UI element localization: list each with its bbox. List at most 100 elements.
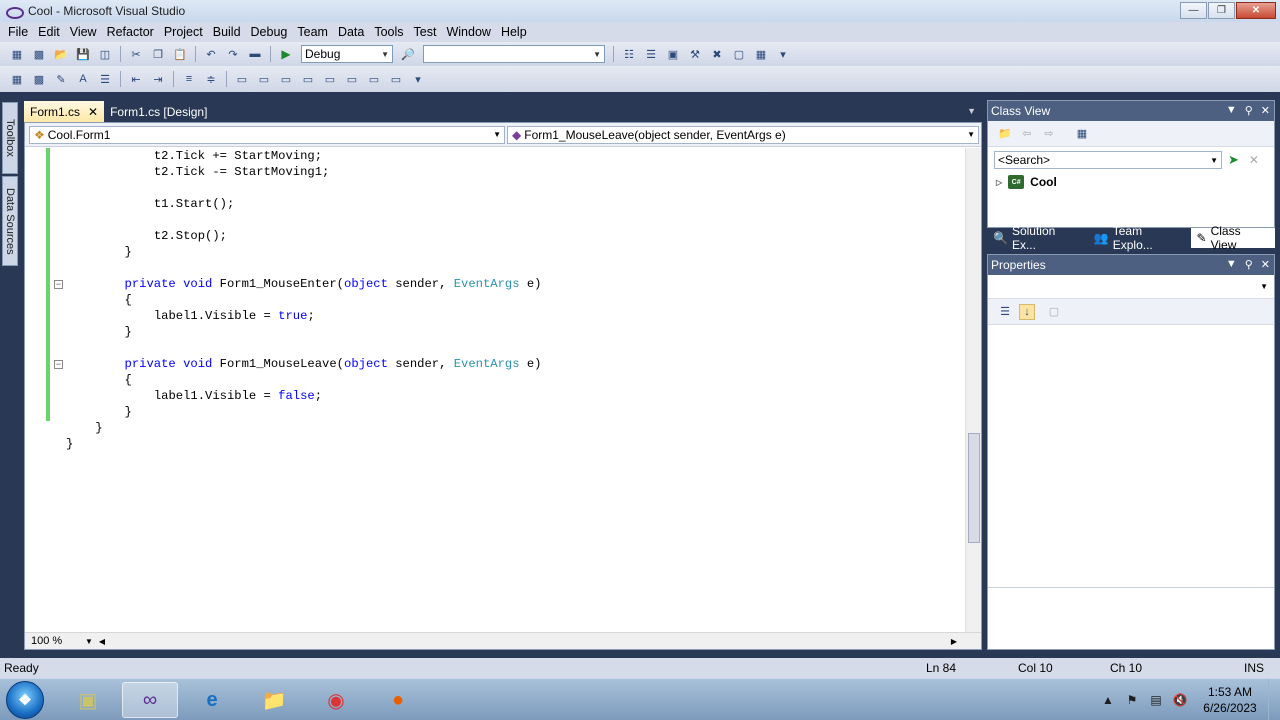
panel-menu-icon[interactable]: ▼ (1226, 258, 1237, 271)
pin-icon[interactable]: ⚲ (1245, 258, 1253, 271)
tools-icon[interactable]: ✖ (709, 46, 725, 62)
comment-icon[interactable]: ≡ (181, 71, 197, 87)
categorized-icon[interactable]: ☰ (997, 304, 1013, 320)
open-file-icon[interactable]: 📂 (53, 46, 69, 62)
taskbar-visual-studio[interactable]: ∞ (122, 682, 178, 718)
tab-form1-cs[interactable]: Form1.cs ✕ (24, 101, 105, 122)
menu-window[interactable]: Window (441, 25, 495, 39)
format-icon[interactable]: ☰ (97, 71, 113, 87)
restore-button[interactable]: ❐ (1208, 2, 1235, 19)
volume-icon[interactable]: 🔇 (1172, 693, 1188, 707)
tab-form1-design[interactable]: Form1.cs [Design] (104, 101, 213, 122)
toggle-bookmark-icon[interactable]: ▭ (234, 71, 250, 87)
menu-project[interactable]: Project (159, 25, 208, 39)
object-browser-icon[interactable]: ▣ (665, 46, 681, 62)
zoom-level[interactable]: 100 % (25, 635, 85, 647)
menu-edit[interactable]: Edit (33, 25, 65, 39)
property-pages-icon[interactable]: ▢ (1046, 304, 1062, 320)
cut-icon[interactable]: ✂ (128, 46, 144, 62)
object-selector[interactable]: ▼ (988, 275, 1274, 299)
save-all-icon[interactable]: ◫ (97, 46, 113, 62)
toolbar-options-icon[interactable]: ▾ (775, 46, 791, 62)
scrollbar-thumb[interactable] (968, 433, 980, 543)
search-go-icon[interactable]: ➤ (1228, 152, 1239, 168)
parameter-info-icon[interactable]: ▩ (31, 71, 47, 87)
taskbar-file-explorer[interactable]: 📁 (246, 682, 302, 718)
uncomment-icon[interactable]: ≑ (203, 71, 219, 87)
next-bookmark-document-icon[interactable]: ▭ (366, 71, 382, 87)
show-desktop-button[interactable] (1268, 679, 1280, 720)
expand-icon[interactable]: ▷ (996, 178, 1002, 187)
menu-test[interactable]: Test (409, 25, 442, 39)
tab-solution-explorer[interactable]: 🔍 Solution Ex... (987, 224, 1088, 252)
solution-config-dropdown[interactable]: Debug ▼ (301, 45, 393, 63)
menu-data[interactable]: Data (333, 25, 369, 39)
decrease-indent-icon[interactable]: ⇤ (128, 71, 144, 87)
properties-icon[interactable]: ☰ (643, 46, 659, 62)
alphabetical-icon[interactable]: ↓ (1019, 303, 1035, 320)
quick-info-icon[interactable]: ✎ (53, 71, 69, 87)
previous-bookmark-folder-icon[interactable]: ▭ (300, 71, 316, 87)
paste-icon[interactable]: 📋 (172, 46, 188, 62)
taskbar-notes-app[interactable]: ▣ (60, 682, 116, 718)
tab-team-explorer[interactable]: 👥 Team Explo... (1088, 224, 1191, 252)
members-dropdown[interactable]: ◆ Form1_MouseLeave(object sender, EventA… (507, 126, 979, 144)
panel-menu-icon[interactable]: ▼ (1226, 104, 1237, 117)
start-button[interactable]: ❖ (6, 681, 44, 719)
clear-bookmarks-icon[interactable]: ▭ (388, 71, 404, 87)
previous-bookmark-document-icon[interactable]: ▭ (344, 71, 360, 87)
taskbar-internet-explorer[interactable]: e (184, 682, 240, 718)
close-tab-icon[interactable]: ✕ (88, 105, 98, 119)
find-combo[interactable]: ▼ (423, 45, 605, 63)
types-dropdown[interactable]: ❖ Cool.Form1 ▼ (29, 126, 505, 144)
collapse-region-icon[interactable]: − (54, 280, 63, 289)
word-completion-icon[interactable]: A (75, 71, 91, 87)
copy-icon[interactable]: ❐ (150, 46, 166, 62)
object-members-icon[interactable]: ▦ (9, 71, 25, 87)
network-icon[interactable]: ▤ (1148, 693, 1164, 707)
navigate-icon[interactable]: ▬ (247, 46, 263, 62)
menu-build[interactable]: Build (208, 25, 246, 39)
new-project-icon[interactable]: ▦ (9, 46, 25, 62)
next-bookmark-icon[interactable]: ▭ (278, 71, 294, 87)
menu-refactor[interactable]: Refactor (102, 25, 159, 39)
toolbox-tab[interactable]: Toolbox (2, 102, 18, 174)
minimize-button[interactable]: — (1180, 2, 1207, 19)
active-files-dropdown-icon[interactable]: ▼ (967, 106, 976, 116)
class-view-icon[interactable]: ▦ (753, 46, 769, 62)
vertical-scrollbar[interactable] (965, 148, 981, 633)
menu-tools[interactable]: Tools (369, 25, 408, 39)
back-icon[interactable]: ⇦ (1019, 126, 1035, 142)
menu-debug[interactable]: Debug (246, 25, 293, 39)
collapse-region-icon[interactable]: − (54, 360, 63, 369)
pin-icon[interactable]: ⚲ (1245, 104, 1253, 117)
toolbar-options-icon[interactable]: ▾ (410, 71, 426, 87)
menu-help[interactable]: Help (496, 25, 532, 39)
class-view-search-input[interactable]: <Search> ▼ (994, 151, 1222, 169)
undo-icon[interactable]: ↶ (203, 46, 219, 62)
clock[interactable]: 1:53 AM 6/26/2023 (1198, 684, 1262, 716)
solution-explorer-icon[interactable]: ☷ (621, 46, 637, 62)
taskbar-firefox[interactable]: ● (370, 682, 426, 718)
start-debugging-icon[interactable]: ▶ (278, 46, 294, 62)
data-sources-tab[interactable]: Data Sources (2, 176, 18, 266)
increase-indent-icon[interactable]: ⇥ (150, 71, 166, 87)
menu-team[interactable]: Team (292, 25, 333, 39)
add-item-icon[interactable]: ▩ (31, 46, 47, 62)
zoom-dropdown-icon[interactable]: ▼ (85, 637, 93, 646)
close-icon[interactable]: ✕ (1261, 258, 1270, 271)
taskbar-chrome[interactable]: ◉ (308, 682, 364, 718)
start-page-icon[interactable]: ▢ (731, 46, 747, 62)
forward-icon[interactable]: ⇨ (1041, 126, 1057, 142)
clear-search-icon[interactable]: ✕ (1249, 153, 1259, 167)
close-icon[interactable]: ✕ (1261, 104, 1270, 117)
settings-icon[interactable]: ▦ (1074, 126, 1090, 142)
previous-bookmark-icon[interactable]: ▭ (256, 71, 272, 87)
scroll-right-icon[interactable]: ▶ (951, 637, 957, 646)
next-bookmark-folder-icon[interactable]: ▭ (322, 71, 338, 87)
menu-view[interactable]: View (65, 25, 102, 39)
redo-icon[interactable]: ↷ (225, 46, 241, 62)
code-area[interactable]: − − t2.Tick += StartMoving; t2.Tick -= St… (25, 148, 965, 633)
action-center-icon[interactable]: ⚑ (1124, 693, 1140, 707)
toolbox-icon[interactable]: ⚒ (687, 46, 703, 62)
